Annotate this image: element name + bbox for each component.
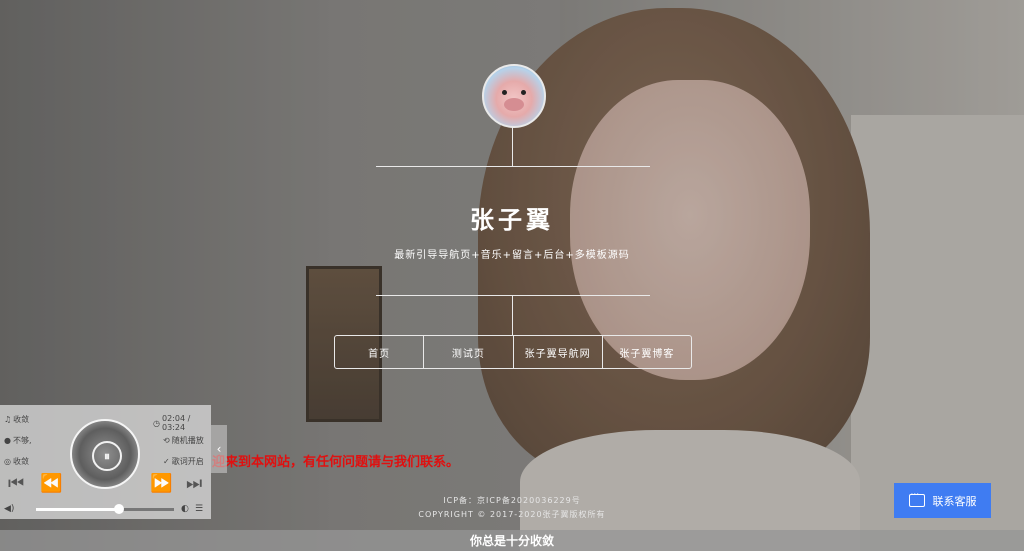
rewind-icon[interactable]: ⏪ (40, 473, 62, 494)
album-disc: ⏸ (70, 419, 140, 489)
playlist-icon[interactable]: ☰ (195, 504, 203, 514)
song-info: ♫ 收敛 (4, 414, 29, 425)
next-track-icon[interactable]: ⏭ (186, 473, 202, 494)
play-mode-toggle[interactable]: ⟲ 随机播放 (163, 435, 204, 446)
time-info: ◷ 02:04 / 03:24 (153, 414, 211, 432)
progress-knob[interactable] (113, 504, 124, 514)
nav-item-nav-site[interactable]: 张子翼导航网 (514, 336, 603, 368)
music-note-icon: ♫ (4, 415, 12, 424)
progress-bar[interactable] (36, 508, 174, 511)
page-subtitle: 最新引导导航页+音乐+留言+后台+多模板源码 (394, 250, 630, 261)
main-nav: 首页 测试页 张子翼导航网 张子翼博客 (334, 335, 692, 369)
divider-bottom (376, 295, 650, 296)
check-circle-icon: ✓ (163, 457, 170, 466)
connector-line (512, 126, 513, 166)
avatar[interactable] (482, 64, 546, 128)
divider-top (376, 166, 650, 167)
nav-item-blog[interactable]: 张子翼博客 (603, 336, 691, 368)
nav-item-test[interactable]: 测试页 (424, 336, 514, 368)
progress-fill (36, 508, 119, 511)
song-title: 收敛 (13, 415, 30, 424)
album-info: ◎ 收敛 (4, 456, 29, 467)
album-name: 收敛 (12, 457, 29, 466)
play-time: 02:04 / 03:24 (161, 414, 191, 432)
artist-info: ● 不够, (4, 435, 32, 446)
clock-icon: ◷ (153, 418, 160, 428)
music-player: ‹ ♫ 收敛 ● 不够, ◎ 收敛 ◷ 02:04 / 03:24 ⟲ 随机播放… (0, 405, 227, 519)
collapse-player-button[interactable]: ‹ (211, 425, 227, 473)
previous-track-icon[interactable]: ⏮ (8, 473, 24, 494)
contact-label: 联系客服 (932, 494, 977, 508)
announcement-marquee: 迎来到本网站，有任何问题请与我们联系。 (212, 455, 460, 470)
lyrics-bar: 你总是十分收敛 (0, 530, 1024, 551)
play-mode-label: 随机播放 (171, 436, 204, 445)
nav-item-home[interactable]: 首页 (335, 336, 425, 368)
volume-icon[interactable]: ◀) (4, 504, 14, 514)
contact-support-button[interactable]: 联系客服 (894, 483, 991, 518)
disc-icon: ◎ (4, 457, 11, 466)
shuffle-icon: ⟲ (163, 436, 170, 445)
toggle-icon[interactable]: ◐ (181, 504, 189, 514)
artist-name: 不够, (12, 436, 32, 445)
user-icon: ● (4, 436, 11, 445)
chat-icon (908, 490, 925, 507)
lyrics-toggle[interactable]: ✓ 歌词开启 (163, 456, 204, 467)
lyrics-label: 歌词开启 (171, 457, 204, 466)
connector-line (512, 296, 513, 335)
page-title: 张子翼 (470, 206, 554, 234)
pause-button[interactable]: ⏸ (92, 441, 122, 471)
fast-forward-icon[interactable]: ⏩ (150, 473, 172, 494)
